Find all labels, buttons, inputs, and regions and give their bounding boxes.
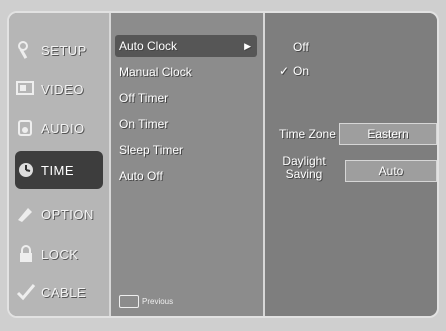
audio-icon — [15, 117, 37, 139]
submenu-item-off-timer[interactable]: Off Timer — [119, 87, 253, 109]
time-zone-label: Time Zone — [279, 127, 336, 141]
check-icon: ✓ — [279, 64, 290, 78]
nav-label-cable: CABLE — [41, 284, 87, 300]
nav-label-option: OPTION — [41, 206, 94, 222]
nav-label-time: TIME — [41, 162, 75, 178]
option-on-label: On — [293, 64, 310, 78]
nav-item-video[interactable]: VIDEO — [15, 70, 107, 108]
nav-item-setup[interactable]: SETUP — [15, 31, 107, 69]
nav-label-setup: SETUP — [41, 42, 87, 58]
option-icon — [15, 203, 37, 225]
submenu-label-sleep-timer: Sleep Timer — [119, 143, 184, 157]
submenu-item-on-timer[interactable]: On Timer — [119, 113, 253, 135]
main-menu: SETUP VIDEO AUDIO TIME OPTION LOCK CABLE — [9, 13, 109, 316]
footer-hint: Previous — [119, 295, 173, 308]
nav-item-cable[interactable]: CABLE — [15, 273, 107, 311]
submenu-label-on-timer: On Timer — [119, 117, 169, 131]
submenu-label-off-timer: Off Timer — [119, 91, 169, 105]
setup-icon — [15, 39, 37, 61]
lock-icon — [15, 243, 37, 265]
tv-menu-screen: SETUP VIDEO AUDIO TIME OPTION LOCK CABLE… — [7, 11, 439, 318]
time-submenu: Auto Clock ▶ Manual Clock Off Timer On T… — [109, 13, 263, 316]
submenu-label-manual-clock: Manual Clock — [119, 65, 192, 79]
nav-item-audio[interactable]: AUDIO — [15, 109, 107, 147]
nav-item-time[interactable]: TIME — [15, 151, 103, 189]
footer-hint-text: Previous — [142, 297, 174, 306]
submenu-item-manual-clock[interactable]: Manual Clock — [119, 61, 253, 83]
time-zone-value[interactable]: Eastern — [339, 123, 437, 145]
nav-label-audio: AUDIO — [41, 120, 85, 136]
nav-item-option[interactable]: OPTION — [15, 195, 107, 233]
submenu-label-auto-off: Auto Off — [119, 169, 163, 183]
nav-item-lock[interactable]: LOCK — [15, 235, 107, 273]
nav-label-lock: LOCK — [41, 246, 79, 262]
auto-clock-panel: Off ✓ On Time Zone Eastern Daylight Savin… — [263, 13, 437, 316]
submenu-label-auto-clock: Auto Clock — [119, 39, 178, 53]
time-icon — [15, 159, 37, 181]
menu-key-icon — [119, 295, 139, 308]
daylight-saving-label: Daylight Saving — [282, 154, 326, 181]
daylight-saving-value[interactable]: Auto — [345, 160, 437, 182]
arrow-right-icon: ▶ — [244, 41, 251, 51]
submenu-item-sleep-timer[interactable]: Sleep Timer — [119, 139, 253, 161]
video-icon — [15, 78, 37, 100]
nav-label-video: VIDEO — [41, 81, 84, 97]
submenu-item-auto-off[interactable]: Auto Off — [119, 165, 253, 187]
cable-icon — [15, 281, 37, 303]
option-off-label: Off — [293, 40, 309, 54]
option-off[interactable]: Off — [279, 37, 309, 57]
option-on[interactable]: ✓ On — [279, 61, 309, 81]
submenu-item-auto-clock[interactable]: Auto Clock ▶ — [115, 35, 257, 57]
